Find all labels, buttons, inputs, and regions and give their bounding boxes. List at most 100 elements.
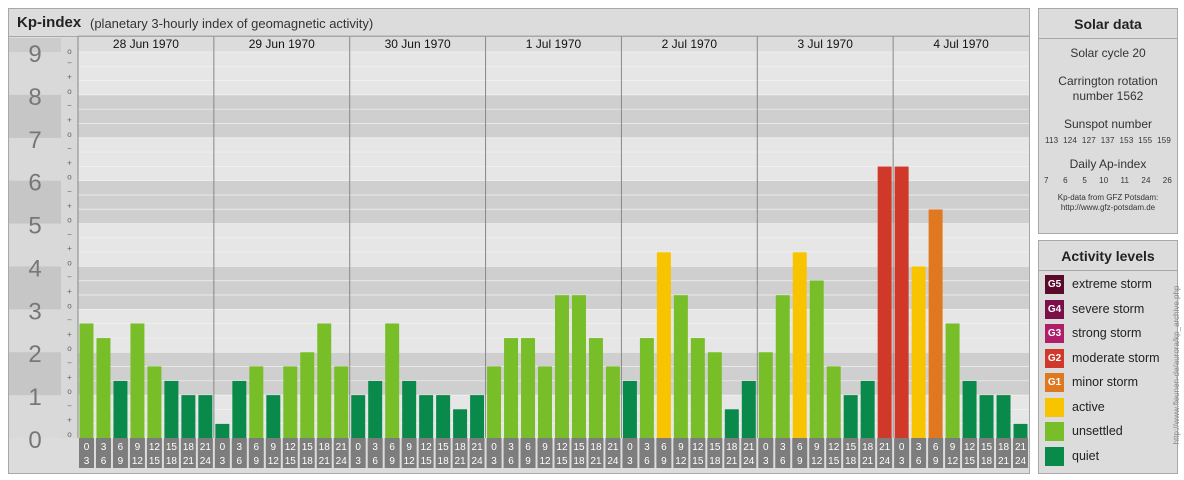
kp-bar xyxy=(351,395,366,438)
kp-bar xyxy=(639,338,654,438)
y-minor-mark: o xyxy=(67,430,72,439)
y-minor-mark: − xyxy=(67,230,72,239)
kp-bar xyxy=(826,366,841,438)
legend-item: unsettled xyxy=(1045,422,1175,442)
hour-end-label: 6 xyxy=(508,456,514,467)
solar-cycle: Solar cycle 20 xyxy=(1070,46,1146,60)
activity-levels-title: Activity levels xyxy=(1039,241,1177,271)
kp-bar xyxy=(673,295,688,438)
kp-bar xyxy=(164,380,179,438)
y-minor-mark: + xyxy=(67,115,72,124)
hour-end-label: 18 xyxy=(302,456,314,467)
y-minor-mark: − xyxy=(67,273,72,282)
hour-end-label: 18 xyxy=(981,456,993,467)
kp-bar xyxy=(249,366,264,438)
kp-bar xyxy=(317,323,332,438)
hour-end-label: 21 xyxy=(590,456,602,467)
legend-label: strong storm xyxy=(1072,326,1142,340)
hour-end-label: 3 xyxy=(84,456,90,467)
hour-end-label: 3 xyxy=(355,456,361,467)
kp-bar xyxy=(487,366,502,438)
hour-start-label: 9 xyxy=(950,442,956,453)
kp-bar xyxy=(215,423,230,438)
kp-bar xyxy=(96,338,111,438)
hour-end-label: 6 xyxy=(101,456,107,467)
hour-start-label: 18 xyxy=(726,442,738,453)
activity-levels-panel: Activity levels G5 extreme storm G4 severe … xyxy=(1038,240,1178,474)
hour-start-label: 12 xyxy=(828,442,840,453)
kp-bar xyxy=(130,323,145,438)
hour-start-label: 12 xyxy=(421,442,433,453)
hour-end-label: 21 xyxy=(183,456,195,467)
hour-end-label: 18 xyxy=(438,456,450,467)
kp-bar xyxy=(724,409,739,438)
hour-start-label: 9 xyxy=(678,442,684,453)
y-minor-mark: − xyxy=(67,359,72,368)
y-minor-mark: − xyxy=(67,58,72,67)
hour-end-label: 9 xyxy=(933,456,939,467)
y-minor-mark: o xyxy=(67,173,72,182)
day-label: 2 Jul 1970 xyxy=(662,37,718,51)
kp-bar xyxy=(690,338,705,438)
y-minor-mark: − xyxy=(67,144,72,153)
hour-start-label: 15 xyxy=(845,442,857,453)
kp-bar xyxy=(283,366,298,438)
hour-start-label: 0 xyxy=(763,442,769,453)
y-minor-mark: o xyxy=(67,87,72,96)
y-minor-mark: + xyxy=(67,416,72,425)
kp-bar xyxy=(402,380,417,438)
y-minor-mark: o xyxy=(67,216,72,225)
kp-bar xyxy=(962,380,977,438)
hour-end-label: 24 xyxy=(879,456,891,467)
kp-bar xyxy=(368,380,383,438)
kp-bar xyxy=(113,380,128,438)
hour-start-label: 3 xyxy=(237,442,243,453)
kp-bar xyxy=(809,280,824,438)
hour-start-label: 9 xyxy=(406,442,412,453)
hour-start-label: 6 xyxy=(254,442,260,453)
hour-start-label: 21 xyxy=(200,442,212,453)
credit-line-1: Kp-data from GFZ Potsdam: xyxy=(1057,193,1159,202)
hour-end-label: 15 xyxy=(828,456,840,467)
kp-bar xyxy=(588,338,603,438)
hour-end-label: 6 xyxy=(780,456,786,467)
hour-end-label: 3 xyxy=(491,456,497,467)
hour-end-label: 9 xyxy=(661,456,667,467)
y-minor-mark: − xyxy=(67,316,72,325)
kp-bar xyxy=(979,395,994,438)
kp-bar xyxy=(266,395,281,438)
hour-end-label: 15 xyxy=(556,456,568,467)
hour-start-label: 15 xyxy=(302,442,314,453)
hour-start-label: 12 xyxy=(149,442,161,453)
hour-end-label: 12 xyxy=(404,456,416,467)
kp-bar xyxy=(928,209,943,438)
hour-end-label: 6 xyxy=(644,456,650,467)
hour-start-label: 3 xyxy=(916,442,922,453)
kp-bar xyxy=(877,166,892,438)
kp-bar xyxy=(232,380,247,438)
sunspot-values: 113 124 127 137 153 155 159 xyxy=(1044,136,1172,145)
kp-bar xyxy=(470,395,485,438)
hour-start-label: 15 xyxy=(709,442,721,453)
hour-end-label: 9 xyxy=(254,456,260,467)
hour-end-label: 3 xyxy=(627,456,633,467)
kp-bar xyxy=(622,380,637,438)
y-tick-label: 7 xyxy=(28,127,41,154)
kp-bar xyxy=(385,323,400,438)
day-label: 3 Jul 1970 xyxy=(798,37,854,51)
hour-end-label: 15 xyxy=(692,456,704,467)
kp-chart: 0123456789o+−o+−o+−o+−o+−o+−o+−o+−o+−o28… xyxy=(9,35,1029,468)
kp-band xyxy=(78,94,1029,138)
kp-bar xyxy=(894,166,909,438)
kp-bar xyxy=(555,295,569,438)
kp-bar xyxy=(707,352,722,438)
legend-item: quiet xyxy=(1045,446,1175,467)
hour-start-label: 0 xyxy=(355,442,361,453)
hour-end-label: 12 xyxy=(811,456,823,467)
credit-link[interactable]: http://www.gfz-potsdam.de xyxy=(1039,203,1177,213)
hour-end-label: 21 xyxy=(319,456,331,467)
hour-start-label: 6 xyxy=(661,442,667,453)
legend-swatch: G3 xyxy=(1045,324,1064,343)
hour-start-label: 15 xyxy=(573,442,585,453)
ap-index-values: 7 6 5 10 11 24 26 xyxy=(1043,176,1173,185)
